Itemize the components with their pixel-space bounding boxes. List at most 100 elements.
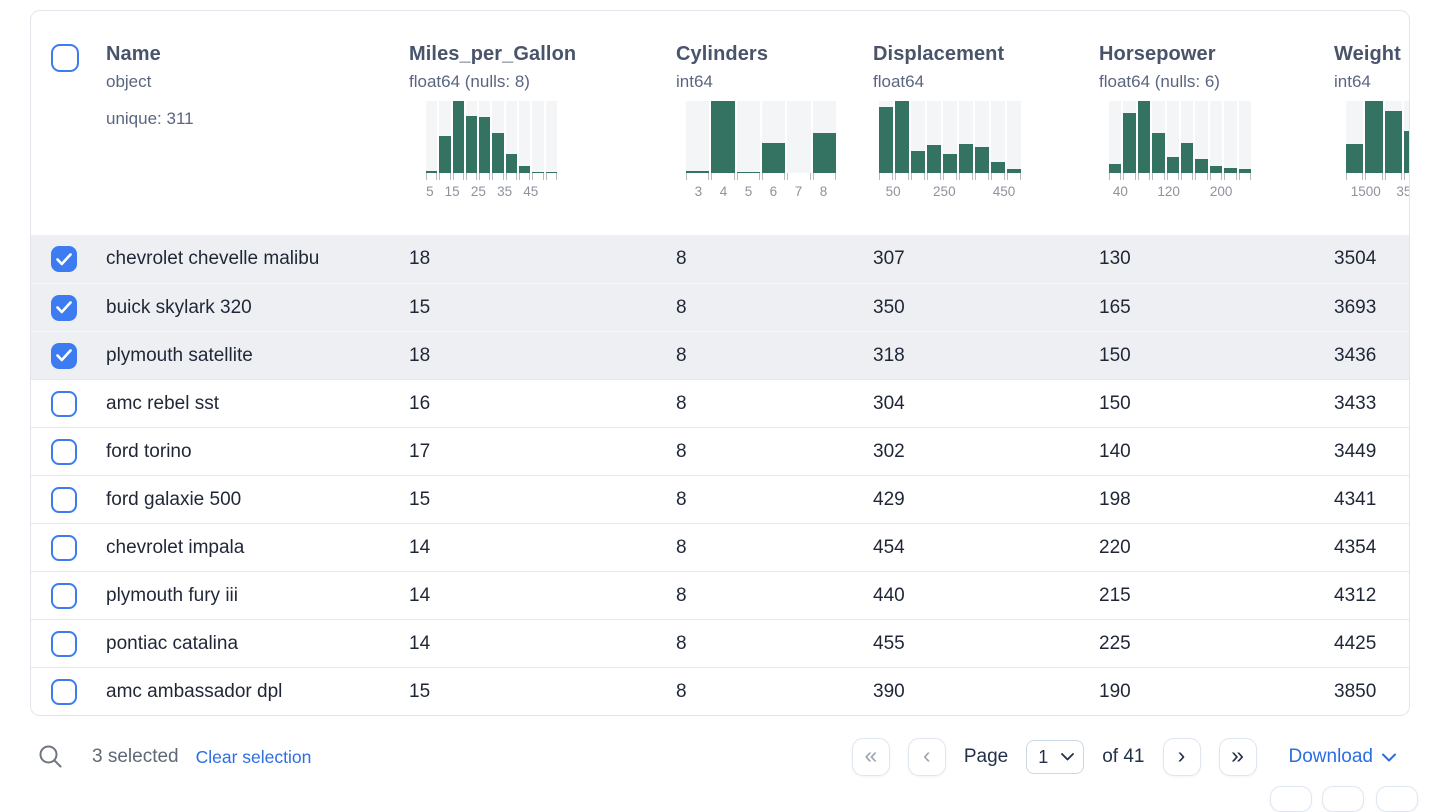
row-checkbox[interactable] [51, 343, 77, 369]
chevron-down-icon [1061, 753, 1074, 761]
cell-weight: 4341 [1334, 489, 1409, 511]
tick-mark [479, 173, 490, 180]
hist-bar [532, 172, 543, 173]
column-dtype: int64 [1334, 72, 1409, 92]
hist-bar [466, 116, 477, 173]
hist-bar [959, 144, 973, 173]
hidden-button-stub[interactable] [1322, 786, 1364, 812]
download-link[interactable]: Download [1289, 746, 1397, 768]
last-page-button[interactable]: » [1219, 738, 1257, 776]
hist-bin [879, 101, 893, 173]
cell-weight: 4312 [1334, 585, 1409, 607]
tick-label: 450 [993, 184, 1016, 199]
cell-mpg: 14 [409, 537, 676, 559]
column-header-cylinders: Cylindersint64345678 [676, 11, 873, 235]
table-row[interactable]: amc ambassador dpl1583901903850 [31, 667, 1409, 715]
histogram-bins [1109, 101, 1251, 173]
histogram-bins [686, 101, 836, 173]
tick-mark [1007, 173, 1021, 180]
table-body: chevrolet chevelle malibu1883071303504bu… [31, 235, 1409, 715]
hist-bin [1346, 101, 1363, 173]
table-row[interactable]: chevrolet impala1484542204354 [31, 523, 1409, 571]
cell-cylinders: 8 [676, 297, 873, 319]
select-all-checkbox[interactable] [51, 44, 79, 72]
cell-name: chevrolet impala [106, 537, 409, 559]
cell-cylinders: 8 [676, 585, 873, 607]
histogram-ticks [1109, 173, 1251, 180]
row-checkbox[interactable] [51, 487, 77, 513]
tick-mark [762, 173, 785, 180]
row-checkbox[interactable] [51, 679, 77, 705]
hist-bin [895, 101, 909, 173]
row-checkbox[interactable] [51, 535, 77, 561]
column-header-mpg: Miles_per_Gallonfloat64 (nulls: 8)515253… [409, 11, 676, 235]
histogram-displacement: 50250450 [879, 101, 1021, 200]
hist-bar [519, 166, 530, 173]
tick-mark [506, 173, 517, 180]
row-checkbox-cell [31, 583, 106, 609]
row-checkbox[interactable] [51, 583, 77, 609]
column-title: Name [106, 43, 409, 66]
histogram-tick-labels: 515253545 [426, 184, 557, 200]
hist-bar [1224, 168, 1236, 173]
cell-mpg: 14 [409, 633, 676, 655]
hist-bar [1365, 101, 1382, 173]
column-title: Cylinders [676, 43, 873, 66]
hist-bar [1239, 169, 1251, 173]
tick-mark [1123, 173, 1135, 180]
tick-mark [1152, 173, 1164, 180]
histogram-horsepower: 40120200 [1109, 101, 1251, 200]
cell-weight: 3436 [1334, 345, 1409, 367]
hist-bar [426, 171, 437, 173]
tick-mark [686, 173, 709, 180]
row-checkbox[interactable] [51, 246, 77, 272]
table-row[interactable]: buick skylark 3201583501653693 [31, 283, 1409, 331]
table-row[interactable]: plymouth satellite1883181503436 [31, 331, 1409, 379]
hist-bin [1224, 101, 1236, 173]
table-row[interactable]: amc rebel sst1683041503433 [31, 379, 1409, 427]
search-icon[interactable] [38, 744, 64, 770]
tick-mark [959, 173, 973, 180]
hist-bar [991, 162, 1005, 173]
table-row[interactable]: ford torino1783021403449 [31, 427, 1409, 475]
hidden-button-stub[interactable] [1376, 786, 1418, 812]
hist-bin [711, 101, 734, 173]
hist-bin [787, 101, 810, 173]
hist-bar [439, 136, 450, 173]
cell-weight: 3433 [1334, 393, 1409, 415]
hist-bin [426, 101, 437, 173]
hist-bin [927, 101, 941, 173]
hidden-button-stub[interactable] [1270, 786, 1312, 812]
hist-bin [686, 101, 709, 173]
clear-selection-link[interactable]: Clear selection [196, 747, 312, 768]
double-chevron-left-icon: « [864, 744, 877, 767]
cell-name: pontiac catalina [106, 633, 409, 655]
hist-bin [1138, 101, 1150, 173]
table-row[interactable]: ford galaxie 5001584291984341 [31, 475, 1409, 523]
next-page-button[interactable]: › [1163, 738, 1201, 776]
hist-bar [1167, 157, 1179, 173]
tick-mark [1167, 173, 1179, 180]
table-row[interactable]: chevrolet chevelle malibu1883071303504 [31, 235, 1409, 283]
hist-bin [975, 101, 989, 173]
first-page-button[interactable]: « [852, 738, 890, 776]
cell-horsepower: 215 [1099, 585, 1334, 607]
page-select[interactable]: 1 [1026, 740, 1084, 774]
row-checkbox[interactable] [51, 391, 77, 417]
row-checkbox[interactable] [51, 295, 77, 321]
hist-bar [686, 171, 709, 173]
table-row[interactable]: pontiac catalina1484552254425 [31, 619, 1409, 667]
cell-horsepower: 150 [1099, 393, 1334, 415]
tick-label: 25 [471, 184, 486, 199]
chevron-left-icon: ‹ [923, 744, 931, 767]
cell-cylinders: 8 [676, 681, 873, 703]
row-checkbox[interactable] [51, 439, 77, 465]
tick-mark [911, 173, 925, 180]
table-row[interactable]: plymouth fury iii1484402154312 [31, 571, 1409, 619]
row-checkbox[interactable] [51, 631, 77, 657]
cell-horsepower: 225 [1099, 633, 1334, 655]
hist-bar [479, 117, 490, 173]
cell-name: plymouth fury iii [106, 585, 409, 607]
prev-page-button[interactable]: ‹ [908, 738, 946, 776]
histogram-ticks [426, 173, 557, 180]
